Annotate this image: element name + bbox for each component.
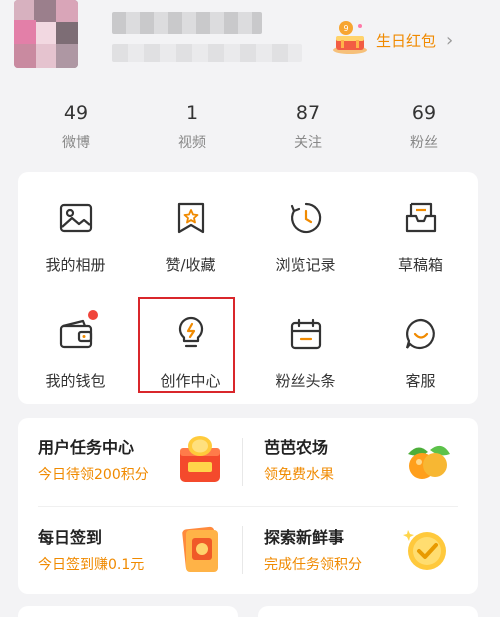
birthday-redpacket-button[interactable]: 9 生日红包 ›	[330, 20, 453, 60]
user-bio-blurred	[112, 44, 302, 62]
menu-item-drafts[interactable]: 草稿箱	[363, 172, 478, 288]
history-clock-icon	[288, 200, 324, 236]
stat-value: 49	[63, 102, 89, 124]
tasks-card: 用户任务中心 今日待领200积分 芭芭农场 领免费水果 每日签到 今日签到赚0.…	[18, 418, 478, 594]
creator-bulb-icon	[173, 316, 209, 352]
birthday-label: 生日红包	[376, 31, 437, 50]
feature-grid-card: 我的相册 赞/收藏 浏览记录 草稿箱 我的钱包 创作中心 粉丝头条 客服	[18, 172, 478, 404]
avatar[interactable]	[14, 0, 78, 68]
svg-text:9: 9	[343, 24, 348, 33]
menu-label: 赞/收藏	[165, 256, 216, 274]
signin-card-icon	[174, 522, 228, 576]
menu-item-fan-headlines[interactable]: 粉丝头条	[248, 288, 363, 404]
stat-weibo[interactable]: 49 微博	[18, 100, 134, 160]
stat-videos[interactable]: 1 视频	[134, 100, 250, 160]
task-subtitle: 完成任务领积分	[264, 557, 362, 573]
menu-label: 我的相册	[45, 256, 106, 274]
task-title: 每日签到	[38, 528, 103, 547]
bottom-card	[258, 606, 478, 617]
task-subtitle: 领免费水果	[264, 467, 334, 483]
menu-label: 粉丝头条	[275, 372, 336, 390]
menu-item-album[interactable]: 我的相册	[18, 172, 133, 288]
menu-label: 创作中心	[160, 372, 221, 390]
task-explore[interactable]: 探索新鲜事 完成任务领积分	[244, 508, 464, 586]
stat-value: 1	[185, 102, 199, 124]
stat-value: 69	[411, 102, 437, 124]
coin-gift-icon	[174, 432, 228, 486]
menu-item-customer-service[interactable]: 客服	[363, 288, 478, 404]
stat-label: 关注	[294, 135, 322, 151]
divider	[242, 526, 243, 574]
divider	[38, 506, 458, 507]
photo-album-icon	[58, 200, 94, 236]
stat-following[interactable]: 87 关注	[250, 100, 366, 160]
menu-label: 草稿箱	[397, 256, 443, 274]
task-subtitle: 今日待领200积分	[38, 467, 149, 483]
menu-item-creator-center[interactable]: 创作中心	[133, 288, 248, 404]
menu-label: 浏览记录	[275, 256, 336, 274]
stat-value: 87	[295, 102, 321, 124]
task-title: 探索新鲜事	[264, 528, 345, 547]
task-title: 用户任务中心	[38, 438, 135, 457]
notification-dot	[87, 310, 98, 320]
menu-label: 客服	[405, 372, 436, 390]
stat-label: 粉丝	[410, 135, 438, 151]
menu-item-history[interactable]: 浏览记录	[248, 172, 363, 288]
gold-check-icon	[400, 522, 454, 576]
favorite-bookmark-icon	[173, 200, 209, 236]
stat-label: 微博	[62, 135, 90, 151]
drafts-tray-icon	[403, 200, 439, 236]
task-user-center[interactable]: 用户任务中心 今日待领200积分	[18, 418, 238, 496]
wallet-icon	[58, 310, 98, 352]
bottom-card	[18, 606, 238, 617]
chat-smile-icon	[403, 316, 439, 352]
menu-item-wallet[interactable]: 我的钱包	[18, 288, 133, 404]
username-blurred	[112, 12, 262, 34]
task-daily-signin[interactable]: 每日签到 今日签到赚0.1元	[18, 508, 238, 586]
menu-item-favorites[interactable]: 赞/收藏	[133, 172, 248, 288]
task-title: 芭芭农场	[264, 438, 329, 457]
profile-stats: 49 微博 1 视频 87 关注 69 粉丝	[18, 100, 482, 160]
chevron-right-icon: ›	[446, 29, 454, 51]
calendar-icon	[288, 316, 324, 352]
task-subtitle: 今日签到赚0.1元	[38, 557, 145, 573]
stat-label: 视频	[178, 135, 206, 151]
stat-followers[interactable]: 69 粉丝	[366, 100, 482, 160]
divider	[242, 438, 243, 486]
profile-header: 9 生日红包 ›	[0, 0, 500, 92]
fruit-icon	[400, 432, 454, 486]
task-farm[interactable]: 芭芭农场 领免费水果	[244, 418, 464, 496]
menu-label: 我的钱包	[45, 372, 106, 390]
birthday-cake-icon: 9	[330, 20, 370, 60]
